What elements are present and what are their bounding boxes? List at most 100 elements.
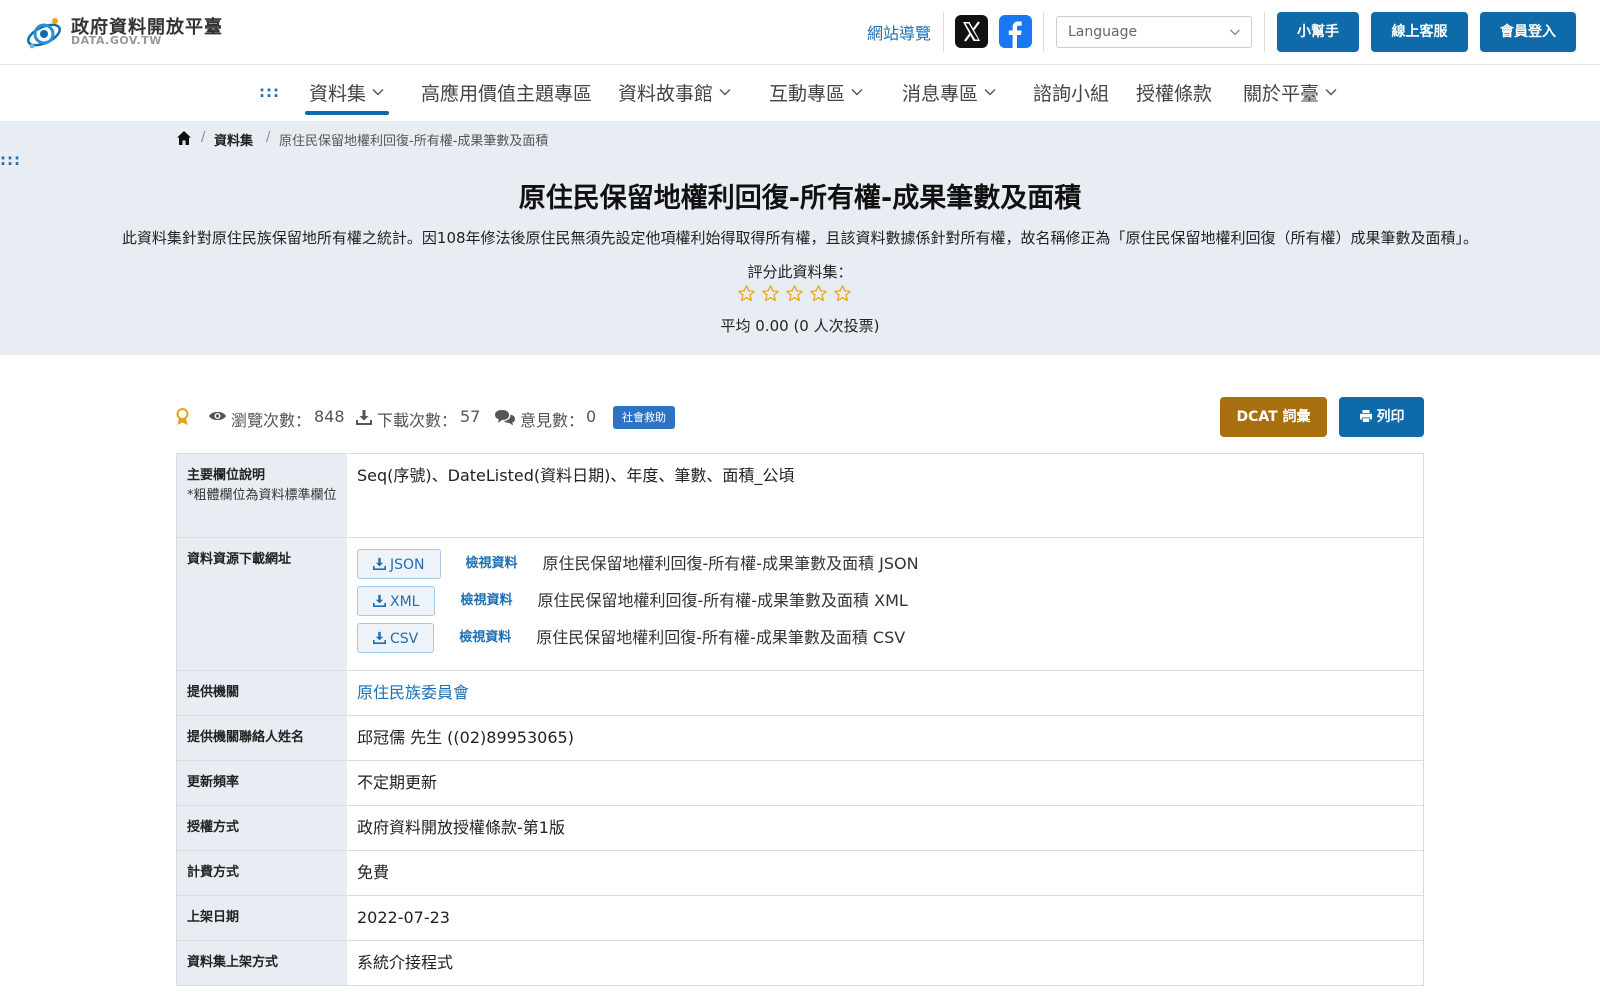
breadcrumb-separator: / [266, 130, 271, 145]
resource-list: JSON 檢視資料 原住民保留地權利回復-所有權-成果筆數及面積 JSON XM… [347, 538, 1423, 670]
helper-button[interactable]: 小幫手 [1277, 12, 1359, 52]
dataset-metadata-table: 主要欄位說明 *粗體欄位為資料標準欄位 Seq(序號)、DateListed(資… [176, 453, 1424, 986]
resource-name: 原住民保留地權利回復-所有權-成果筆數及面積 CSV [536, 628, 906, 647]
meta-label: 提供機關 [177, 671, 347, 715]
meta-label: 上架日期 [177, 896, 347, 940]
home-icon[interactable] [176, 130, 192, 146]
views-label: 瀏覽次數： [231, 411, 312, 430]
resource-item: CSV 檢視資料 原住民保留地權利回復-所有權-成果筆數及面積 CSV [357, 622, 1413, 654]
page-title: 原住民保留地權利回復-所有權-成果筆數及面積 [518, 183, 1082, 214]
nav-item-advisory[interactable]: 諮詢小組 [1033, 79, 1109, 105]
breadcrumb-current: 原住民保留地權利回復-所有權-成果筆數及面積 [279, 134, 549, 149]
nav-item-label: 高應用價值主題專區 [421, 83, 593, 105]
site-header: 政府資料開放平臺 DATA.GOV.TW 網站導覽 Language 小幫手 線… [0, 0, 1600, 65]
logo-domain: DATA.GOV.TW [71, 34, 162, 47]
logo-mark-icon [27, 18, 61, 49]
nav-item-label: 消息專區 [902, 83, 979, 105]
print-button[interactable]: 列印 [1339, 397, 1424, 437]
star-icon[interactable] [761, 284, 780, 303]
star-icon[interactable] [809, 284, 828, 303]
view-data-link[interactable]: 檢視資料 [459, 627, 511, 649]
award-badge-icon [176, 408, 189, 425]
view-data-link[interactable]: 檢視資料 [460, 590, 512, 612]
divider [943, 12, 944, 52]
meta-value: 系統介接程式 [357, 953, 454, 972]
print-button-label: 列印 [1376, 409, 1405, 425]
meta-label: 主要欄位說明 *粗體欄位為資料標準欄位 [177, 454, 347, 537]
download-icon [356, 410, 372, 425]
meta-row-published-date: 上架日期 2022-07-23 [176, 896, 1424, 941]
comments-label: 意見數： [520, 411, 585, 430]
facebook-icon[interactable] [999, 15, 1032, 48]
nav-item-data-stories[interactable]: 資料故事館 [618, 79, 731, 105]
x-twitter-icon[interactable] [955, 15, 988, 48]
chevron-down-icon [1325, 89, 1337, 96]
nav-item-label: 授權條款 [1136, 83, 1213, 105]
star-icon[interactable] [785, 284, 804, 303]
meta-value: Seq(序號)、DateListed(資料日期)、年度、筆數、面積_公頃 [357, 466, 795, 485]
nav-item-about[interactable]: 關於平臺 [1243, 79, 1337, 105]
dcat-vocabulary-button[interactable]: DCAT 詞彙 [1220, 397, 1327, 437]
download-icon [373, 557, 386, 570]
view-data-link[interactable]: 檢視資料 [466, 553, 518, 575]
online-support-button[interactable]: 線上客服 [1371, 12, 1468, 52]
meta-label: 更新頻率 [177, 761, 347, 805]
site-logo[interactable]: 政府資料開放平臺 DATA.GOV.TW [24, 12, 222, 52]
rating-average: 平均 0.00 (0 人次投票) [720, 317, 880, 335]
meta-row-resources: 資料資源下載網址 JSON 檢視資料 原住民保留地權利回復-所有權-成果筆數及面… [176, 538, 1424, 671]
resource-format: JSON [390, 557, 425, 573]
printer-icon [1359, 410, 1372, 422]
meta-label: 資料資源下載網址 [177, 538, 347, 670]
nav-item-label: 關於平臺 [1243, 83, 1320, 105]
views-count: 848 [314, 407, 345, 426]
dataset-hero: / 資料集 / 原住民保留地權利回復-所有權-成果筆數及面積 ::: 原住民保留… [0, 121, 1600, 355]
chevron-down-icon [984, 89, 996, 96]
meta-value: 邱冠儒 先生 ((02)89953065) [357, 728, 574, 747]
nav-item-high-value[interactable]: 高應用價值主題專區 [421, 79, 592, 105]
star-icon[interactable] [833, 284, 852, 303]
accesskey-link[interactable]: ::: [259, 83, 280, 101]
meta-value: 免費 [357, 863, 390, 882]
chevron-down-icon [719, 89, 731, 96]
download-xml-button[interactable]: XML [357, 586, 436, 616]
meta-value: 原住民族委員會 [347, 671, 1423, 715]
accesskey-link[interactable]: ::: [0, 151, 21, 169]
provider-link[interactable]: 原住民族委員會 [357, 683, 469, 702]
download-json-button[interactable]: JSON [357, 549, 441, 579]
meta-label-note: *粗體欄位為資料標準欄位 [187, 488, 337, 503]
dataset-description: 此資料集針對原住民族保留地所有權之統計。因108年修法後原住民無須先設定他項權利… [121, 229, 1479, 247]
downloads-label: 下載次數： [377, 411, 458, 430]
meta-label: 授權方式 [177, 806, 347, 850]
sitemap-link[interactable]: 網站導覽 [867, 20, 931, 44]
meta-row-fields: 主要欄位說明 *粗體欄位為資料標準欄位 Seq(序號)、DateListed(資… [176, 454, 1424, 538]
nav-item-datasets[interactable]: 資料集 [309, 79, 384, 105]
meta-row-provider: 提供機關 原住民族委員會 [176, 671, 1424, 716]
meta-value: 2022-07-23 [357, 908, 450, 927]
main-nav: ::: 資料集 高應用價值主題專區 資料故事館 互動專區 消息專區 諮詢小組 授… [0, 65, 1600, 121]
category-tag[interactable]: 社會救助 [613, 406, 675, 429]
meta-row-contact: 提供機關聯絡人姓名 邱冠儒 先生 ((02)89953065) [176, 716, 1424, 761]
nav-item-news[interactable]: 消息專區 [902, 79, 996, 105]
meta-label-text: 主要欄位說明 [187, 468, 266, 483]
meta-value: 不定期更新 [357, 773, 438, 792]
nav-item-interactive[interactable]: 互動專區 [769, 79, 863, 105]
star-icon[interactable] [737, 284, 756, 303]
comments-icon [495, 410, 515, 426]
meta-label: 提供機關聯絡人姓名 [177, 716, 347, 760]
nav-item-license[interactable]: 授權條款 [1136, 79, 1212, 105]
nav-item-label: 資料集 [309, 83, 367, 105]
divider [1043, 12, 1044, 52]
breadcrumb-datasets[interactable]: 資料集 [214, 130, 253, 149]
meta-row-pricing: 計費方式 免費 [176, 851, 1424, 896]
resource-name: 原住民保留地權利回復-所有權-成果筆數及面積 XML [537, 591, 908, 610]
rating-label: 評分此資料集： [747, 263, 853, 281]
language-select[interactable]: Language [1056, 16, 1252, 48]
download-csv-button[interactable]: CSV [357, 623, 435, 653]
resource-name: 原住民保留地權利回復-所有權-成果筆數及面積 JSON [542, 554, 919, 573]
divider [1264, 12, 1265, 52]
rating-stars [737, 284, 863, 306]
resource-item: JSON 檢視資料 原住民保留地權利回復-所有權-成果筆數及面積 JSON [357, 548, 1413, 580]
meta-label: 資料集上架方式 [177, 941, 347, 985]
member-login-button[interactable]: 會員登入 [1480, 12, 1576, 52]
chevron-down-icon [372, 89, 384, 96]
